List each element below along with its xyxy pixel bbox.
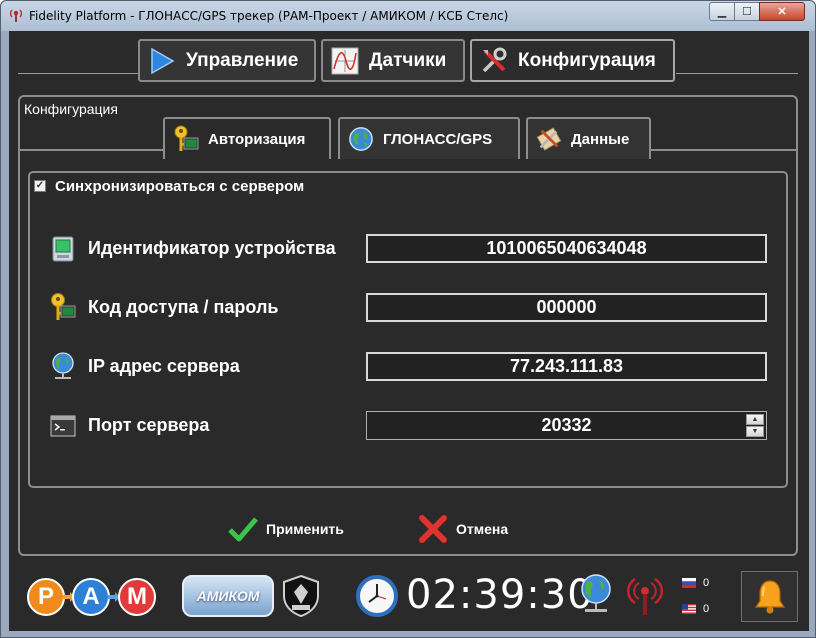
minimize-button[interactable]: ▁ [709,2,735,21]
server-port-value: 20332 [541,415,592,435]
tab-control-label: Управление [186,49,299,71]
key-icon [173,125,199,152]
title-bar[interactable]: Fidelity Platform - ГЛОНАСС/GPS трекер (… [1,1,815,31]
terminal-icon [50,413,76,439]
subtab-data-label: Данные [571,130,630,148]
ru-flag-icon [682,578,696,588]
device-id-field[interactable]: 1010065040634048 [366,234,767,263]
server-port-label: Порт сервера [88,415,210,435]
tab-configuration[interactable]: Конфигурация [470,39,675,82]
spin-up-button[interactable]: ▲ [746,414,764,425]
minimize-icon: ▁ [717,6,727,18]
alarm-button[interactable] [741,571,798,622]
tab-divider-left [18,73,138,74]
device-id-label: Идентификатор устройства [88,238,336,258]
tab-sensors-label: Датчики [369,49,447,71]
close-icon: ✕ [777,6,787,18]
authorization-panel [28,171,788,488]
amikom-logo: АМИКОМ [182,575,274,617]
ru-count: 0 [703,577,710,589]
tab-configuration-label: Конфигурация [518,49,656,71]
subtab-divider-right [650,149,796,151]
subtab-authorization[interactable]: Авторизация [163,117,331,159]
cancel-button[interactable]: Отмена [418,515,508,543]
cross-icon [418,515,448,543]
us-flag-icon [682,604,696,614]
group-title: Конфигурация [24,101,118,117]
device-icon [50,236,76,262]
subtab-glonass-gps-label: ГЛОНАСС/GPS [383,130,493,148]
subtab-data[interactable]: Данные [526,117,651,159]
clock-icon [356,575,398,617]
cancel-label: Отмена [456,521,509,537]
server-port-spinbox[interactable]: 20332 ▲ ▼ [366,411,767,440]
server-ip-field[interactable]: 77.243.111.83 [366,352,767,381]
tab-control[interactable]: Управление [138,39,316,82]
network-globe-icon [50,352,76,379]
antenna-icon [9,9,23,22]
sync-checkbox-label: Синхронизироваться с сервером [55,178,305,195]
maximize-button[interactable]: ☐ [734,2,760,21]
tab-divider-right [676,73,798,74]
network-status-icon [581,574,611,612]
checkmark-icon [228,515,258,543]
stels-shield-logo [283,574,319,618]
maximize-icon: ☐ [742,6,752,18]
subtab-divider-left [20,149,163,151]
access-code-field[interactable]: 000000 [366,293,767,322]
bell-icon [754,579,785,613]
tools-icon [480,47,508,75]
window-title: Fidelity Platform - ГЛОНАСС/GPS трекер (… [29,9,509,23]
subtab-authorization-label: Авторизация [208,130,306,148]
apply-label: Применить [266,521,344,537]
port-spin-buttons: ▲ ▼ [746,414,764,437]
ram-logo-m: М [118,578,156,616]
globe-icon [348,126,374,152]
server-ip-label: IP адрес сервера [88,356,240,376]
key-icon [50,293,76,320]
us-count: 0 [703,603,710,615]
access-code-label: Код доступа / пароль [88,297,279,317]
tab-sensors[interactable]: Датчики [321,39,465,82]
apply-button[interactable]: Применить [228,515,344,543]
ram-logo-p: Р [27,578,65,616]
signal-antenna-icon [627,577,663,615]
sync-checkbox[interactable]: ✓ [34,180,46,192]
data-tools-icon [536,126,562,152]
spin-down-button[interactable]: ▼ [746,426,764,437]
chart-icon [331,47,359,75]
ram-logo-a: А [72,578,110,616]
play-icon [148,47,176,75]
close-button[interactable]: ✕ [759,2,805,21]
subtab-glonass-gps[interactable]: ГЛОНАСС/GPS [338,117,520,159]
clock-time: 02:39:30 [406,572,594,618]
